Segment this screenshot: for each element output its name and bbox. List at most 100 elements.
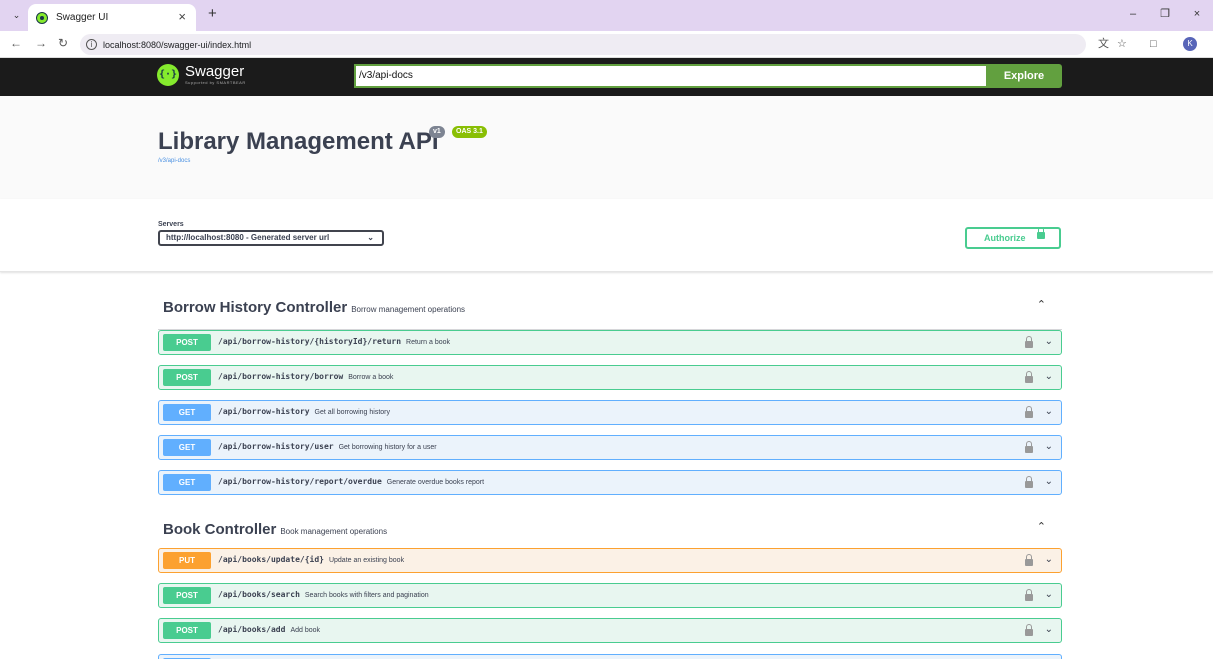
chevron-down-icon[interactable]: ⌄ xyxy=(1045,336,1053,347)
unlocked-lock-icon xyxy=(1037,227,1045,239)
operation-path-row: /api/borrow-history Get all borrowing his… xyxy=(218,407,390,416)
operation-summary: Return a book xyxy=(406,339,451,346)
operation-row[interactable]: POST/api/books/add Add book ⌄ xyxy=(158,618,1062,643)
swagger-logo-icon: {·} xyxy=(157,64,179,86)
bookmark-star-icon[interactable]: ☆ xyxy=(1117,37,1127,51)
operation-row[interactable]: GET/api/borrow-history/user Get borrowing… xyxy=(158,435,1062,460)
tag-description: Book management operations xyxy=(280,527,388,536)
operation-summary: Generate overdue books report xyxy=(386,479,485,486)
chevron-up-icon[interactable]: ⌃ xyxy=(1037,520,1046,533)
chevron-up-icon[interactable]: ⌃ xyxy=(1037,298,1046,311)
swagger-logo-text: Swagger xyxy=(185,63,245,80)
operation-row-partial[interactable] xyxy=(158,654,1062,659)
operation-path: /api/books/update/{id} xyxy=(218,555,324,564)
operation-path: /api/borrow-history/user xyxy=(218,442,334,451)
tag-description: Borrow management operations xyxy=(351,305,466,314)
lock-icon[interactable] xyxy=(1025,624,1033,636)
server-select[interactable]: http://localhost:8080 - Generated server… xyxy=(158,230,384,246)
operation-path: /api/borrow-history/borrow xyxy=(218,372,344,381)
operation-path-row: /api/borrow-history/report/overdue Genera… xyxy=(218,477,484,486)
operation-row[interactable]: POST/api/borrow-history/borrow Borrow a b… xyxy=(158,365,1062,390)
operation-row[interactable]: PUT/api/books/update/{id} Update an exist… xyxy=(158,548,1062,573)
explore-button[interactable]: Explore xyxy=(986,64,1062,88)
operation-path-row: /api/books/update/{id} Update an existing… xyxy=(218,555,404,564)
chevron-down-icon[interactable]: ⌄ xyxy=(1045,441,1053,452)
swagger-favicon-icon xyxy=(36,11,48,24)
minimize-icon[interactable]: – xyxy=(1117,0,1149,31)
operation-row[interactable]: GET/api/borrow-history Get all borrowing … xyxy=(158,400,1062,425)
api-info-section: Library Management API v1 OAS 3.1 /v3/ap… xyxy=(0,96,1213,199)
tab-title: Swagger UI xyxy=(56,12,109,23)
tag-title: Borrow History Controller xyxy=(163,299,348,316)
tag-header[interactable]: Borrow History Controller Borrow manageme… xyxy=(158,286,1062,330)
http-method-badge: PUT xyxy=(163,552,211,569)
operation-row[interactable]: POST/api/borrow-history/{historyId}/retu… xyxy=(158,330,1062,355)
operation-summary: Get borrowing history for a user xyxy=(338,444,437,451)
profile-avatar[interactable]: K xyxy=(1183,37,1197,51)
api-title: Library Management API xyxy=(158,128,439,155)
lock-icon[interactable] xyxy=(1025,336,1033,348)
http-method-badge: POST xyxy=(163,622,211,639)
smartbear-subtext: Supported by SMARTBEAR xyxy=(185,80,246,85)
chevron-down-icon[interactable]: ⌄ xyxy=(1045,589,1053,600)
authorize-button[interactable]: Authorize xyxy=(965,227,1061,249)
back-arrow-icon[interactable]: ← xyxy=(10,36,22,50)
chevron-down-icon[interactable]: ⌄ xyxy=(1045,371,1053,382)
operation-path: /api/books/search xyxy=(218,590,300,599)
url-text: localhost:8080/swagger-ui/index.html xyxy=(103,39,252,50)
explore-url-input[interactable]: /v3/api-docs xyxy=(354,64,988,88)
tab-close-icon[interactable]: × xyxy=(178,9,186,25)
operation-row[interactable]: POST/api/books/search Search books with f… xyxy=(158,583,1062,608)
operation-summary: Add book xyxy=(290,627,321,634)
site-info-icon[interactable]: i xyxy=(86,39,97,50)
close-window-icon[interactable]: × xyxy=(1181,0,1213,31)
chevron-down-icon[interactable]: ⌄ xyxy=(1045,624,1053,635)
operation-path-row: /api/borrow-history/borrow Borrow a book xyxy=(218,372,393,381)
servers-section: Servers http://localhost:8080 - Generate… xyxy=(0,199,1213,272)
window-controls: – ❐ × xyxy=(1117,0,1213,31)
operation-summary: Get all borrowing history xyxy=(314,409,390,416)
browser-address-bar: ← → ↻ i localhost:8080/swagger-ui/index.… xyxy=(0,31,1213,58)
api-docs-link[interactable]: /v3/api-docs xyxy=(158,158,190,164)
url-field[interactable]: i localhost:8080/swagger-ui/index.html xyxy=(80,34,1086,55)
operation-summary: Update an existing book xyxy=(328,557,405,564)
swagger-logo[interactable]: {·} Swagger Supported by SMARTBEAR xyxy=(157,64,246,86)
operation-path: /api/books/add xyxy=(218,625,286,634)
chevron-down-icon[interactable]: ⌄ xyxy=(1045,554,1053,565)
tag-name: Book Controller Book management operation… xyxy=(163,521,387,538)
operation-path: /api/borrow-history/report/overdue xyxy=(218,477,382,486)
tag-name: Borrow History Controller Borrow manageme… xyxy=(163,299,465,316)
forward-arrow-icon[interactable]: → xyxy=(35,36,47,50)
version-badge: v1 xyxy=(429,126,445,138)
restore-icon[interactable]: ❐ xyxy=(1149,0,1181,31)
http-method-badge: GET xyxy=(163,474,211,491)
lock-icon[interactable] xyxy=(1025,554,1033,566)
translate-icon[interactable]: 文 xyxy=(1098,37,1109,51)
operation-path-row: /api/borrow-history/user Get borrowing hi… xyxy=(218,442,437,451)
browser-tab[interactable]: Swagger UI × xyxy=(28,4,196,31)
oas-badge: OAS 3.1 xyxy=(452,126,487,138)
lock-icon[interactable] xyxy=(1025,589,1033,601)
extensions-icon[interactable]: □ xyxy=(1150,37,1157,51)
tag-header[interactable]: Book Controller Book management operation… xyxy=(158,508,1062,552)
authorize-label: Authorize xyxy=(984,233,1026,243)
tab-search-chevron-icon[interactable]: ⌄ xyxy=(8,8,25,23)
operation-path-row: /api/borrow-history/{historyId}/return Re… xyxy=(218,337,450,346)
chevron-down-icon: ⌄ xyxy=(367,233,374,242)
operation-summary: Borrow a book xyxy=(348,374,394,381)
lock-icon[interactable] xyxy=(1025,476,1033,488)
operation-row[interactable]: GET/api/borrow-history/report/overdue Gen… xyxy=(158,470,1062,495)
chevron-down-icon[interactable]: ⌄ xyxy=(1045,476,1053,487)
http-method-badge: POST xyxy=(163,587,211,604)
new-tab-icon[interactable]: + xyxy=(208,6,217,22)
browser-tab-bar: ⌄ Swagger UI × + – ❐ × xyxy=(0,0,1213,31)
chevron-down-icon[interactable]: ⌄ xyxy=(1045,406,1053,417)
operation-summary: Search books with filters and pagination xyxy=(304,592,429,599)
lock-icon[interactable] xyxy=(1025,441,1033,453)
servers-label: Servers xyxy=(158,221,184,228)
reload-icon[interactable]: ↻ xyxy=(58,36,68,50)
lock-icon[interactable] xyxy=(1025,371,1033,383)
lock-icon[interactable] xyxy=(1025,406,1033,418)
operation-path: /api/borrow-history/{historyId}/return xyxy=(218,337,402,346)
operation-path-row: /api/books/add Add book xyxy=(218,625,320,634)
